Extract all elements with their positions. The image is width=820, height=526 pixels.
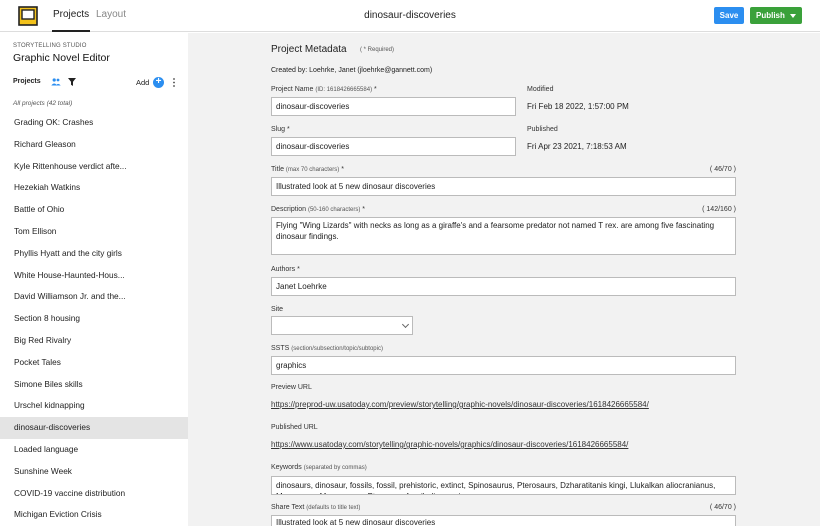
project-list-item[interactable]: Battle of Ohio [0,199,188,221]
project-list-item[interactable]: Tom Ellison [0,221,188,243]
project-list-item[interactable]: David Williamson Jr. and the... [0,286,188,308]
publish-button-label: Publish [756,11,785,20]
keywords-textarea[interactable]: dinosaurs, dinosaur, fossils, fossil, pr… [271,476,736,495]
app-logo-icon [18,6,38,26]
project-list-item[interactable]: Simone Biles skills [0,374,188,396]
description-label-text: Description [271,206,307,213]
project-list: Grading OK: Crashes Richard Gleason Kyle… [0,112,188,526]
project-list-item-active[interactable]: dinosaur-discoveries [0,417,188,439]
share-text-input[interactable]: Illustrated look at 5 new dinosaur disco… [271,515,736,526]
description-limit: (50-160 characters) [307,207,361,213]
modified-label: Modified [527,86,554,93]
section-title: Project Metadata [271,44,347,55]
project-list-item[interactable]: Hezekiah Watkins [0,177,188,199]
published-url-label: Published URL [271,424,318,431]
ssts-hint: (section/subsection/topic/subtopic) [291,346,383,352]
project-list-item[interactable]: Loaded language [0,439,188,461]
keywords-label: Keywords (separated by commas) [271,464,367,471]
description-label: Description (50-160 characters) * [271,206,365,213]
ssts-input[interactable]: graphics [271,356,736,375]
tab-projects[interactable]: Projects [52,0,91,32]
editor-title: Graphic Novel Editor [13,52,110,64]
publish-button[interactable]: Publish [750,7,802,24]
authors-label-text: Authors [271,266,296,273]
add-label[interactable]: Add [136,78,149,87]
document-title: dinosaur-discoveries [364,10,456,21]
slug-input[interactable]: dinosaur-discoveries [271,137,516,156]
share-text-label-text: Share Text [271,504,305,511]
ssts-label-text: SSTS [271,345,290,352]
description-counter: ( 142/160 ) [702,206,736,213]
project-list-item[interactable]: Section 8 housing [0,308,188,330]
project-list-item[interactable]: COVID-19 vaccine distribution [0,483,188,505]
preview-url-label: Preview URL [271,384,312,391]
project-list-item[interactable]: Michigan Eviction Crisis [0,504,188,526]
projects-label: Projects [13,78,41,85]
required-note: ( * Required) [360,47,395,53]
slug-label: Slug * [271,126,290,133]
keywords-hint: (separated by commas) [303,465,367,471]
people-icon[interactable] [51,78,61,86]
project-name-label-text: Project Name [271,86,314,93]
title-counter: ( 46/70 ) [709,166,736,173]
published-value: Fri Apr 23 2021, 7:18:53 AM [527,142,627,151]
keywords-label-text: Keywords [271,464,302,471]
filter-icon[interactable] [68,78,76,86]
slug-label-text: Slug [271,126,286,133]
studio-label: STORYTELLING STUDIO [13,43,87,49]
tab-layout[interactable]: Layout [96,0,126,32]
project-list-item[interactable]: Phyllis Hyatt and the city girls [0,243,188,265]
title-limit: (max 70 characters) [285,167,340,173]
site-select[interactable] [271,316,413,335]
project-list-item[interactable]: Big Red Rivalry [0,330,188,352]
project-list-item[interactable]: White House-Haunted-Hous... [0,265,188,287]
created-by: Created by: Loehrke, Janet (jloehrke@gan… [271,67,433,74]
add-icon[interactable]: + [153,77,164,88]
title-label-text: Title [271,166,284,173]
published-url-link[interactable]: https://www.usatoday.com/storytelling/gr… [271,440,628,449]
project-name-input[interactable]: dinosaur-discoveries [271,97,516,116]
project-id: (ID: 1618426665584) [315,87,373,93]
project-list-item[interactable]: Sunshine Week [0,461,188,483]
title-label: Title (max 70 characters) * [271,166,344,173]
chevron-down-icon[interactable] [790,14,796,18]
required-star: * [362,206,366,213]
required-star: * [286,126,290,133]
ssts-label: SSTS (section/subsection/topic/subtopic) [271,345,383,352]
modified-value: Fri Feb 18 2022, 1:57:00 PM [527,102,629,111]
description-textarea[interactable]: Flying "Wing Lizards" with necks as long… [271,217,736,255]
authors-input[interactable]: Janet Loehrke [271,277,736,296]
save-button[interactable]: Save [714,7,744,24]
metadata-panel: Project Metadata ( * Required) Created b… [188,33,820,526]
title-input[interactable]: Illustrated look at 5 new dinosaur disco… [271,177,736,196]
required-star: * [341,166,344,173]
project-list-item[interactable]: Richard Gleason [0,134,188,156]
projects-toolbar: Projects Add + [13,77,183,89]
published-label: Published [527,126,558,133]
project-list-item[interactable]: Urschel kidnapping [0,395,188,417]
more-options-icon[interactable] [172,77,176,88]
required-star: * [297,266,300,273]
top-bar: Projects Layout dinosaur-discoveries Sav… [0,0,820,32]
project-name-label: Project Name (ID: 1618426665584) * [271,86,377,93]
chevron-down-icon [401,320,410,329]
site-label: Site [271,306,284,313]
required-star: * [374,86,377,93]
authors-label: Authors * [271,266,300,273]
share-text-label: Share Text (defaults to title text) [271,504,360,511]
share-text-hint: (defaults to title text) [306,505,361,511]
project-list-item[interactable]: Grading OK: Crashes [0,112,188,134]
projects-count: All projects (42 total) [13,100,73,107]
project-list-item[interactable]: Kyle Rittenhouse verdict afte... [0,156,188,178]
sidebar: STORYTELLING STUDIO Graphic Novel Editor… [0,33,188,526]
project-list-item[interactable]: Pocket Tales [0,352,188,374]
preview-url-link[interactable]: https://preprod-uw.usatoday.com/preview/… [271,400,649,409]
share-text-counter: ( 46/70 ) [709,504,736,511]
